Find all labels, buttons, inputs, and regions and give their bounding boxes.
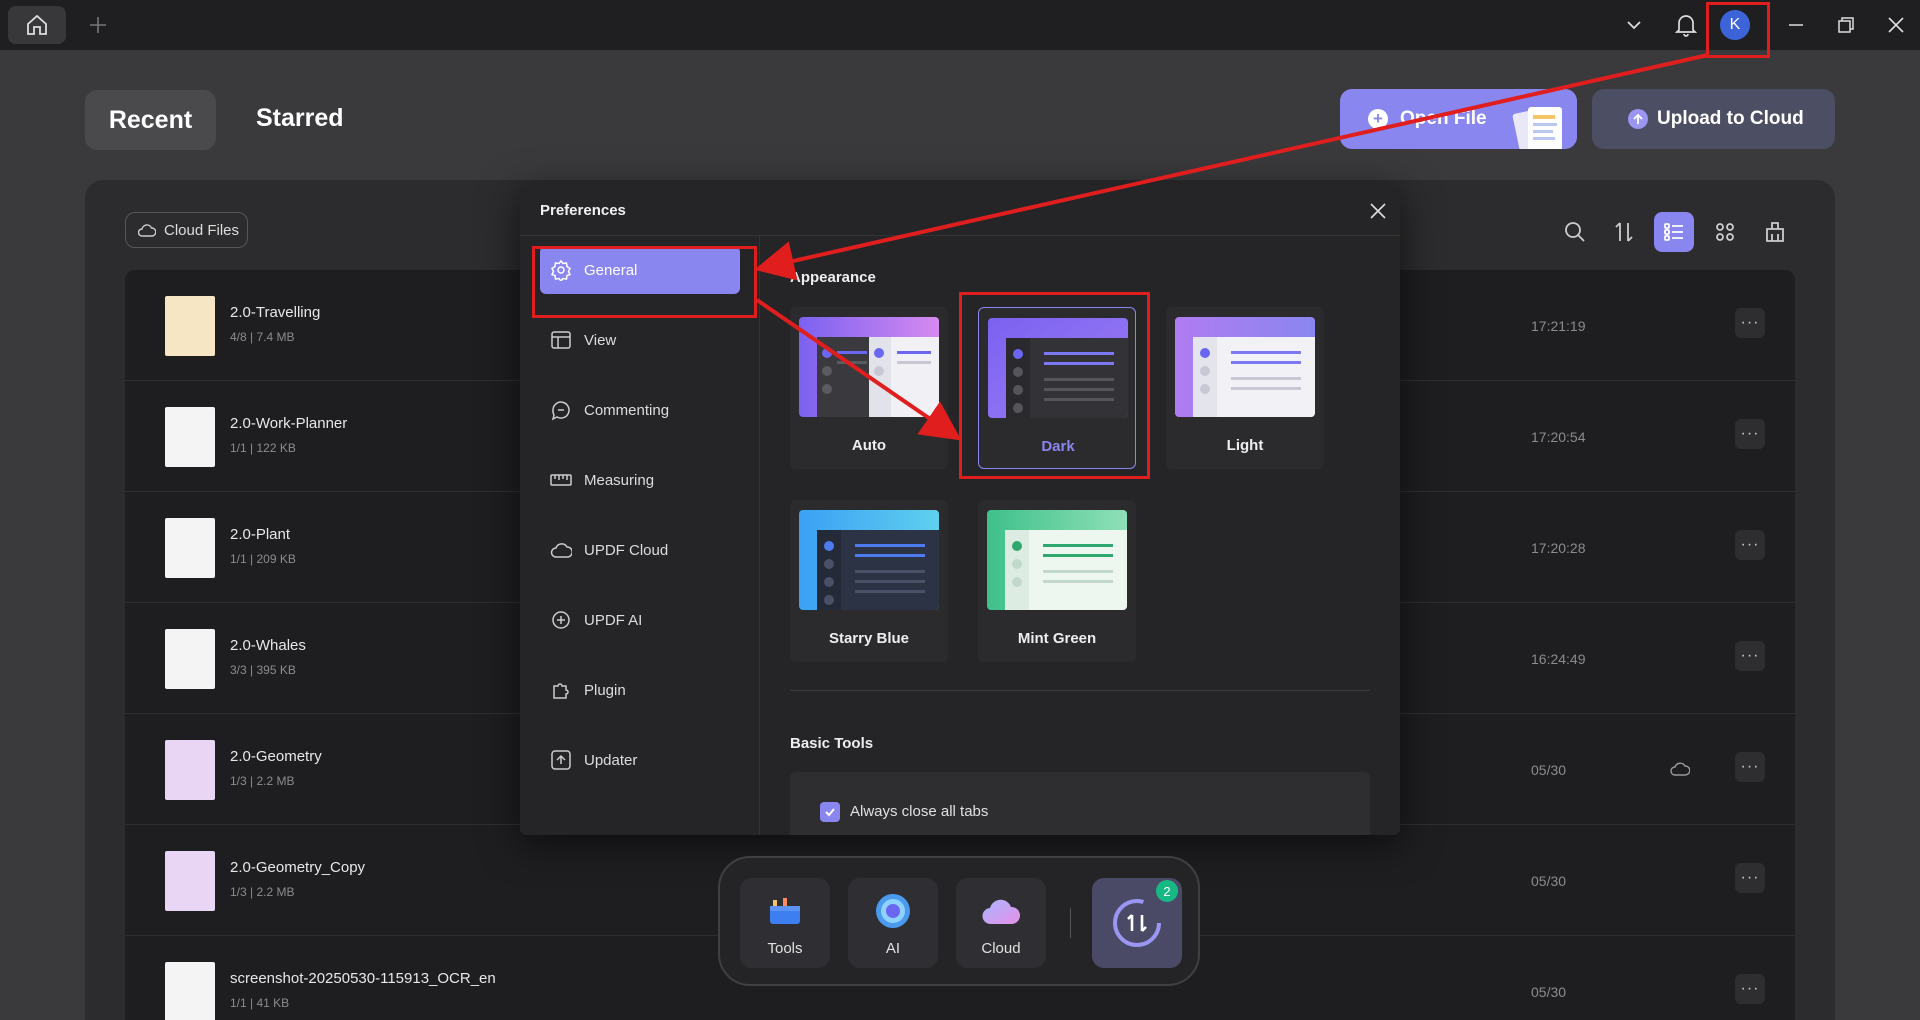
annotation-arrows (754, 53, 1709, 441)
arrow-avatar-to-general (754, 53, 1709, 281)
arrow-general-to-dark (755, 298, 962, 441)
